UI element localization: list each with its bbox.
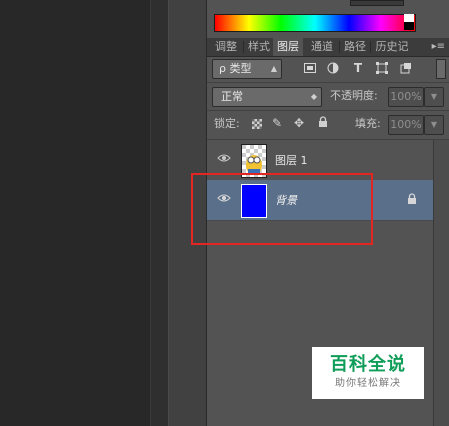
panel-tab-bar: 调整 样式 图层 通道 路径 历史记 ▸≡ — [207, 38, 449, 57]
blend-mode-select[interactable]: 正常 ◆ — [212, 87, 322, 107]
watermark-title: 百科全说 — [330, 354, 406, 375]
tab-channels[interactable]: 通道 — [307, 38, 337, 56]
chevron-updown-icon: ▲ — [270, 64, 277, 73]
color-swatch-box[interactable] — [350, 0, 404, 6]
panel-divider — [150, 0, 169, 426]
panel-menu-icon[interactable]: ▸≡ — [432, 38, 445, 56]
lock-all-icon[interactable] — [318, 116, 328, 131]
visibility-eye-icon[interactable] — [217, 153, 231, 167]
watermark-logo: 百科全说 助你轻松解决 — [312, 347, 424, 399]
fill-input[interactable]: 100% — [388, 115, 424, 135]
black-swatch[interactable] — [404, 22, 414, 30]
white-swatch[interactable] — [404, 14, 414, 22]
opacity-dropdown-button[interactable]: ▼ — [424, 87, 444, 107]
filter-toggle-switch[interactable] — [436, 59, 446, 79]
lock-label: 锁定: — [214, 117, 240, 130]
shape-filter-icon[interactable] — [374, 60, 390, 76]
adjustment-filter-icon[interactable] — [325, 60, 341, 76]
watermark-subtitle: 助你轻松解决 — [335, 378, 401, 389]
tab-history[interactable]: 历史记 — [372, 38, 412, 56]
layer-name: 图层 1 — [275, 154, 308, 167]
image-filter-icon[interactable] — [302, 60, 318, 76]
tab-paths[interactable]: 路径 — [341, 38, 369, 56]
tab-layers[interactable]: 图层 — [273, 38, 303, 56]
highlight-box — [191, 173, 373, 245]
filter-kind-label: ρ 类型 — [219, 62, 252, 75]
lock-image-pixels-icon[interactable]: ✎ — [272, 116, 282, 130]
lock-position-icon[interactable]: ✥ — [294, 116, 304, 130]
opacity-input[interactable]: 100% — [388, 87, 424, 107]
lock-transparent-pixels-icon[interactable] — [252, 119, 262, 129]
layers-scrollbar[interactable] — [433, 140, 449, 426]
filter-kind-select[interactable]: ρ 类型 ▲ — [212, 59, 282, 79]
fill-dropdown-button[interactable]: ▼ — [424, 115, 444, 135]
smart-object-filter-icon[interactable] — [398, 60, 414, 76]
canvas-area[interactable] — [0, 0, 150, 426]
tab-adjustments[interactable]: 调整 — [211, 38, 241, 56]
blend-mode-value: 正常 — [221, 90, 243, 103]
chevron-updown-icon: ◆ — [310, 92, 317, 101]
opacity-label: 不透明度: — [330, 89, 378, 102]
tab-styles[interactable]: 样式 — [245, 38, 273, 56]
fill-label: 填充: — [355, 117, 381, 130]
color-spectrum[interactable] — [214, 14, 416, 32]
layer-lock-icon — [407, 193, 417, 208]
type-filter-icon[interactable]: T — [350, 60, 366, 76]
